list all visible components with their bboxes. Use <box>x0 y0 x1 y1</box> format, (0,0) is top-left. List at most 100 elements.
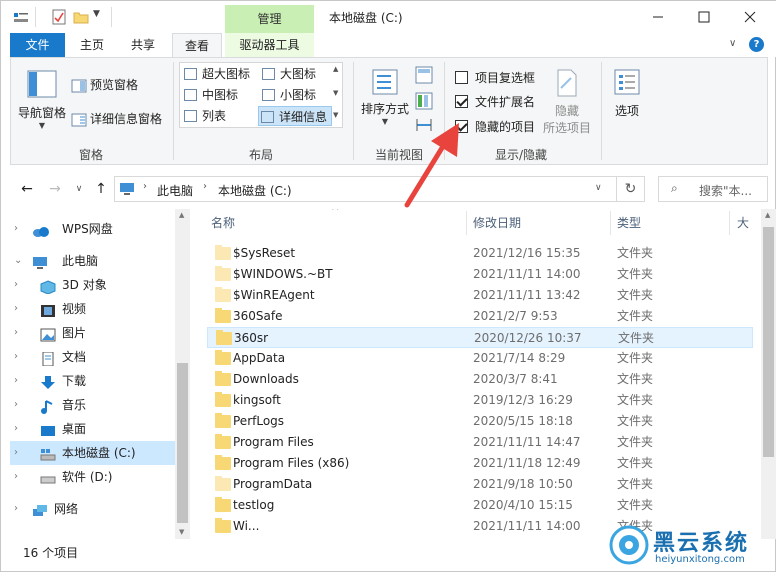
gallery-scroll-down-icon[interactable]: ▼ <box>333 89 338 97</box>
item-checkboxes-checkbox[interactable] <box>455 71 468 84</box>
nav-item-desktop[interactable]: › 桌面 <box>10 417 178 441</box>
nav-item-d-drive[interactable]: › 软件 (D:) <box>10 465 178 489</box>
sort-by-button[interactable]: 排序方式 ▼ <box>359 66 411 126</box>
nav-item-wps-cloud[interactable]: › WPS网盘 <box>10 217 178 241</box>
tab-home[interactable]: 主页 <box>71 33 113 57</box>
chevron-right-icon[interactable]: › <box>14 417 26 441</box>
tab-drive-tools[interactable]: 驱动器工具 <box>225 33 314 57</box>
ribbon-collapse-icon[interactable]: ∨ <box>729 38 736 49</box>
up-button[interactable]: ↑ <box>91 179 111 199</box>
nav-item-3d-objects[interactable]: › 3D 对象 <box>10 273 178 297</box>
layout-list[interactable]: 列表 <box>182 106 226 126</box>
search-field[interactable]: ⌕ 搜索"本... <box>658 176 768 202</box>
options-button[interactable]: 选项 <box>607 66 647 119</box>
chevron-right-icon[interactable]: › <box>14 369 26 393</box>
breadcrumb-this-pc[interactable]: 此电脑 <box>157 182 193 199</box>
nav-item-c-drive[interactable]: › 本地磁盘 (C:) <box>10 441 178 465</box>
nav-label: 本地磁盘 (C:) <box>62 446 136 460</box>
layout-large-icons[interactable]: 大图标 <box>260 64 316 84</box>
file-row[interactable]: 360sr 2020/12/26 10:37 文件夹 <box>207 327 753 348</box>
file-row[interactable]: 360Safe 2021/2/7 9:53 文件夹 <box>207 306 753 327</box>
properties-icon[interactable] <box>51 9 67 25</box>
maximize-button[interactable] <box>681 1 727 33</box>
chevron-right-icon[interactable]: › <box>14 217 26 241</box>
file-row[interactable]: Downloads 2020/3/7 8:41 文件夹 <box>207 369 753 390</box>
refresh-button[interactable]: ↻ <box>617 176 645 202</box>
chevron-right-icon[interactable]: › <box>14 465 26 489</box>
hidden-items-label[interactable]: 隐藏的项目 <box>475 118 535 135</box>
column-header-type[interactable]: 类型 <box>617 209 641 237</box>
gallery-scroll-up-icon[interactable]: ▲ <box>333 65 338 73</box>
scroll-up-icon[interactable]: ▲ <box>765 211 770 219</box>
address-dropdown-icon[interactable]: ∨ <box>595 183 602 193</box>
file-row[interactable]: testlog 2020/4/10 15:15 文件夹 <box>207 495 753 516</box>
breadcrumb-c-drive[interactable]: 本地磁盘 (C:) <box>218 182 292 199</box>
tab-view[interactable]: 查看 <box>172 33 222 58</box>
file-row[interactable]: $WinREAgent 2021/11/11 13:42 文件夹 <box>207 285 753 306</box>
folder-icon <box>215 476 231 491</box>
layout-extra-large-icons[interactable]: 超大图标 <box>182 64 250 84</box>
nav-label: 网络 <box>54 502 79 516</box>
system-menu-icon[interactable] <box>13 9 29 25</box>
details-pane-button[interactable]: 详细信息窗格 <box>71 110 162 128</box>
layout-small-icons[interactable]: 小图标 <box>260 85 316 105</box>
column-separator[interactable] <box>729 211 730 235</box>
nav-item-videos[interactable]: › 视频 <box>10 297 178 321</box>
close-button[interactable] <box>727 1 773 33</box>
file-row[interactable]: Program Files 2021/11/11 14:47 文件夹 <box>207 432 753 453</box>
nav-label: 软件 (D:) <box>62 470 113 484</box>
tab-share[interactable]: 共享 <box>121 33 165 57</box>
column-separator[interactable] <box>466 211 467 235</box>
nav-item-downloads[interactable]: › 下载 <box>10 369 178 393</box>
address-field[interactable]: › 此电脑 › 本地磁盘 (C:) ∨ <box>114 176 617 202</box>
file-row[interactable]: PerfLogs 2020/5/15 18:18 文件夹 <box>207 411 753 432</box>
qa-dropdown-icon[interactable]: ▼ <box>93 9 100 25</box>
help-icon[interactable]: ? <box>749 37 764 52</box>
column-separator[interactable] <box>610 211 611 235</box>
chevron-right-icon[interactable]: › <box>14 497 26 521</box>
nav-item-pictures[interactable]: › 图片 <box>10 321 178 345</box>
chevron-right-icon[interactable]: › <box>14 441 26 465</box>
file-list-scrollbar-thumb[interactable] <box>763 227 774 457</box>
navigation-pane-button[interactable]: 导航窗格 ▼ <box>17 66 67 144</box>
recent-locations-button[interactable]: ∨ <box>69 179 89 199</box>
chevron-right-icon[interactable]: › <box>14 393 26 417</box>
file-row[interactable]: ProgramData 2021/9/18 10:50 文件夹 <box>207 474 753 495</box>
chevron-right-icon[interactable]: › <box>14 321 26 345</box>
chevron-right-icon[interactable]: › <box>14 345 26 369</box>
back-button[interactable]: ← <box>17 179 37 199</box>
tab-file[interactable]: 文件 <box>10 33 65 57</box>
nav-item-documents[interactable]: › 文档 <box>10 345 178 369</box>
group-by-icon[interactable] <box>415 66 433 87</box>
hide-selected-button[interactable]: 隐藏 所选项目 <box>541 66 593 136</box>
scroll-up-icon[interactable]: ▲ <box>179 211 184 219</box>
file-row[interactable]: kingsoft 2019/12/3 16:29 文件夹 <box>207 390 753 411</box>
context-tab-manage[interactable]: 管理 <box>225 5 314 33</box>
layout-medium-icons[interactable]: 中图标 <box>182 85 238 105</box>
item-checkboxes-label[interactable]: 项目复选框 <box>475 69 535 86</box>
nav-item-this-pc[interactable]: ⌄ 此电脑 <box>10 249 178 273</box>
file-extensions-label[interactable]: 文件扩展名 <box>475 93 535 110</box>
file-row[interactable]: Program Files (x86) 2021/11/18 12:49 文件夹 <box>207 453 753 474</box>
gallery-more-icon[interactable]: ▼ <box>333 111 338 119</box>
nav-scrollbar-thumb[interactable] <box>177 363 188 523</box>
preview-pane-button[interactable]: 预览窗格 <box>71 76 138 94</box>
nav-item-network[interactable]: › 网络 <box>10 497 178 521</box>
add-columns-icon[interactable] <box>415 92 433 113</box>
file-row[interactable]: $SysReset 2021/12/16 15:35 文件夹 <box>207 243 753 264</box>
chevron-down-icon[interactable]: ⌄ <box>14 249 26 273</box>
scroll-down-icon[interactable]: ▼ <box>179 528 184 536</box>
file-row[interactable]: AppData 2021/7/14 8:29 文件夹 <box>207 348 753 369</box>
nav-item-music[interactable]: › 音乐 <box>10 393 178 417</box>
minimize-button[interactable] <box>635 1 681 33</box>
column-header-name[interactable]: 名称 <box>211 209 235 237</box>
new-folder-icon[interactable] <box>73 9 89 25</box>
file-row[interactable]: $WINDOWS.~BT 2021/11/11 14:00 文件夹 <box>207 264 753 285</box>
column-header-size[interactable]: 大 <box>737 209 749 237</box>
column-header-date[interactable]: 修改日期 <box>473 209 521 237</box>
layout-details[interactable]: 详细信息 <box>258 106 332 126</box>
forward-button[interactable]: → <box>45 179 65 199</box>
file-extensions-checkbox[interactable] <box>455 95 468 108</box>
chevron-right-icon[interactable]: › <box>14 273 26 297</box>
chevron-right-icon[interactable]: › <box>14 297 26 321</box>
